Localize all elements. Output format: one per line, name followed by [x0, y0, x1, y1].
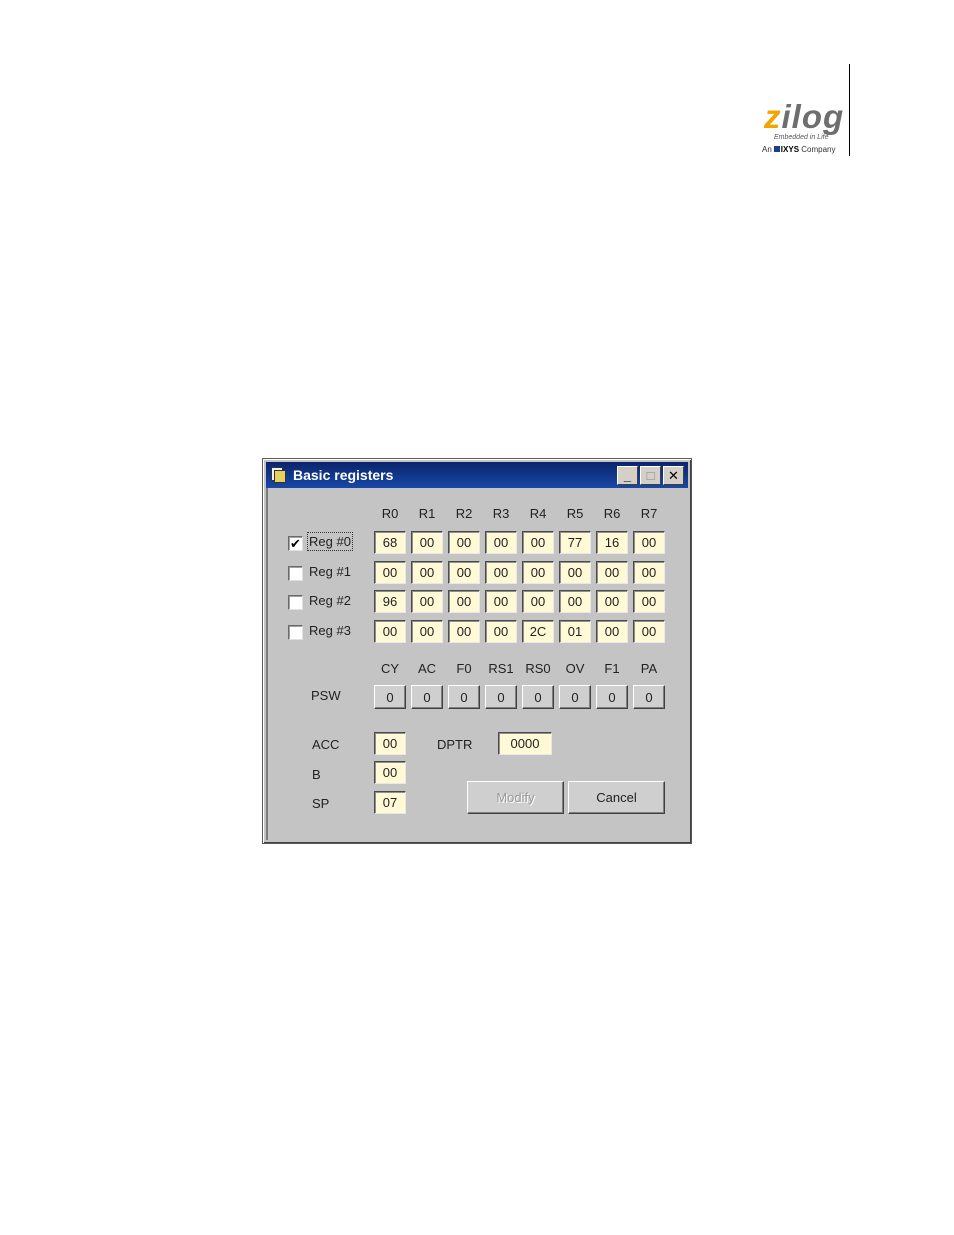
register-value-field[interactable]: 00 — [633, 560, 665, 584]
register-value-field[interactable]: 00 — [485, 531, 517, 554]
maximize-button[interactable]: □ — [640, 465, 661, 485]
dptr-field[interactable]: 0000 — [498, 732, 552, 755]
register-value-field[interactable]: 00 — [559, 560, 591, 584]
acc-field[interactable]: 00 — [374, 732, 406, 755]
register-value-field[interactable]: 00 — [411, 619, 443, 643]
zilog-logo: zilog Embedded in Life An IXYS Company — [758, 100, 850, 158]
psw-flag-button[interactable]: 0 — [374, 685, 406, 709]
register-value-field[interactable]: 00 — [596, 590, 628, 613]
modify-button[interactable]: Modify — [467, 781, 564, 814]
reg-bank-checkbox[interactable] — [288, 624, 303, 640]
register-column-header: R4 — [529, 506, 547, 521]
register-value-field[interactable]: 00 — [559, 590, 591, 613]
register-value-field[interactable]: 01 — [559, 619, 591, 643]
cancel-button[interactable]: Cancel — [568, 781, 665, 814]
logo-tagline: Embedded in Life — [774, 134, 829, 141]
register-value-field[interactable]: 77 — [559, 531, 591, 554]
register-value-field[interactable]: 00 — [448, 560, 480, 584]
psw-flag-button[interactable]: 0 — [448, 685, 480, 709]
reg-bank-label[interactable]: Reg #0 — [307, 532, 353, 551]
register-value-field[interactable]: 00 — [596, 619, 628, 643]
dptr-label: DPTR — [437, 737, 473, 752]
register-value-field[interactable]: 00 — [448, 531, 480, 554]
title-bar[interactable]: Basic registers _ □ ✕ — [266, 462, 688, 488]
register-value-field[interactable]: 00 — [448, 590, 480, 613]
register-column-header: R7 — [640, 506, 658, 521]
psw-flag-header: PA — [640, 661, 658, 676]
register-value-field[interactable]: 00 — [485, 560, 517, 584]
b-label: B — [312, 767, 321, 782]
sp-label: SP — [312, 796, 330, 811]
psw-flag-header: RS0 — [525, 661, 551, 676]
register-value-field[interactable]: 00 — [374, 560, 406, 584]
psw-flag-header: AC — [417, 661, 437, 676]
register-column-header: R6 — [603, 506, 621, 521]
register-column-header: R5 — [566, 506, 584, 521]
register-value-field[interactable]: 00 — [411, 560, 443, 584]
register-value-field[interactable]: 00 — [374, 619, 406, 643]
psw-flag-button[interactable]: 0 — [559, 685, 591, 709]
header-divider — [849, 64, 850, 156]
logo-wordmark: zilog — [764, 98, 845, 135]
minimize-button[interactable]: _ — [617, 465, 638, 485]
register-column-header: R2 — [455, 506, 473, 521]
psw-flag-header: F0 — [456, 661, 472, 676]
reg-bank-label[interactable]: Reg #3 — [309, 623, 351, 638]
register-column-header: R1 — [418, 506, 436, 521]
psw-flag-button[interactable]: 0 — [633, 685, 665, 709]
register-value-field[interactable]: 00 — [633, 619, 665, 643]
acc-label: ACC — [312, 737, 340, 752]
register-value-field[interactable]: 00 — [633, 531, 665, 554]
register-value-field[interactable]: 16 — [596, 531, 628, 554]
psw-flag-header: CY — [380, 661, 400, 676]
register-value-field[interactable]: 00 — [448, 619, 480, 643]
psw-flag-button[interactable]: 0 — [596, 685, 628, 709]
psw-flag-button[interactable]: 0 — [522, 685, 554, 709]
psw-flag-header: RS1 — [488, 661, 514, 676]
register-value-field[interactable]: 00 — [411, 531, 443, 554]
register-column-header: R3 — [492, 506, 510, 521]
register-value-field[interactable]: 00 — [485, 619, 517, 643]
reg-bank-label[interactable]: Reg #1 — [309, 564, 351, 579]
register-column-header: R0 — [381, 506, 399, 521]
register-value-field[interactable]: 00 — [485, 590, 517, 613]
close-button[interactable]: ✕ — [663, 465, 684, 485]
basic-registers-window: Basic registers _ □ ✕ ACC 00 B 00 SP 07 … — [262, 458, 692, 844]
logo-company-line: An IXYS Company — [762, 145, 836, 154]
register-value-field[interactable]: 00 — [596, 560, 628, 584]
psw-flag-button[interactable]: 0 — [411, 685, 443, 709]
reg-bank-label[interactable]: Reg #2 — [309, 593, 351, 608]
window-frame-edge — [266, 488, 268, 840]
register-value-field[interactable]: 68 — [374, 531, 406, 554]
register-value-field[interactable]: 00 — [522, 560, 554, 584]
register-value-field[interactable]: 96 — [374, 590, 406, 613]
psw-label: PSW — [311, 688, 341, 703]
b-field[interactable]: 00 — [374, 761, 406, 784]
reg-bank-checkbox[interactable] — [288, 565, 303, 581]
sp-field[interactable]: 07 — [374, 791, 406, 814]
reg-bank-checkbox[interactable] — [288, 595, 303, 610]
psw-flag-button[interactable]: 0 — [485, 685, 517, 709]
reg-bank-checkbox[interactable]: ✔ — [288, 536, 303, 551]
window-title: Basic registers — [293, 467, 394, 483]
register-value-field[interactable]: 00 — [522, 531, 554, 554]
register-value-field[interactable]: 00 — [411, 590, 443, 613]
register-value-field[interactable]: 00 — [633, 590, 665, 613]
psw-flag-header: F1 — [604, 661, 620, 676]
psw-flag-header: OV — [565, 661, 585, 676]
register-value-field[interactable]: 00 — [522, 590, 554, 613]
window-app-icon — [269, 466, 287, 484]
register-value-field[interactable]: 2C — [522, 619, 554, 643]
